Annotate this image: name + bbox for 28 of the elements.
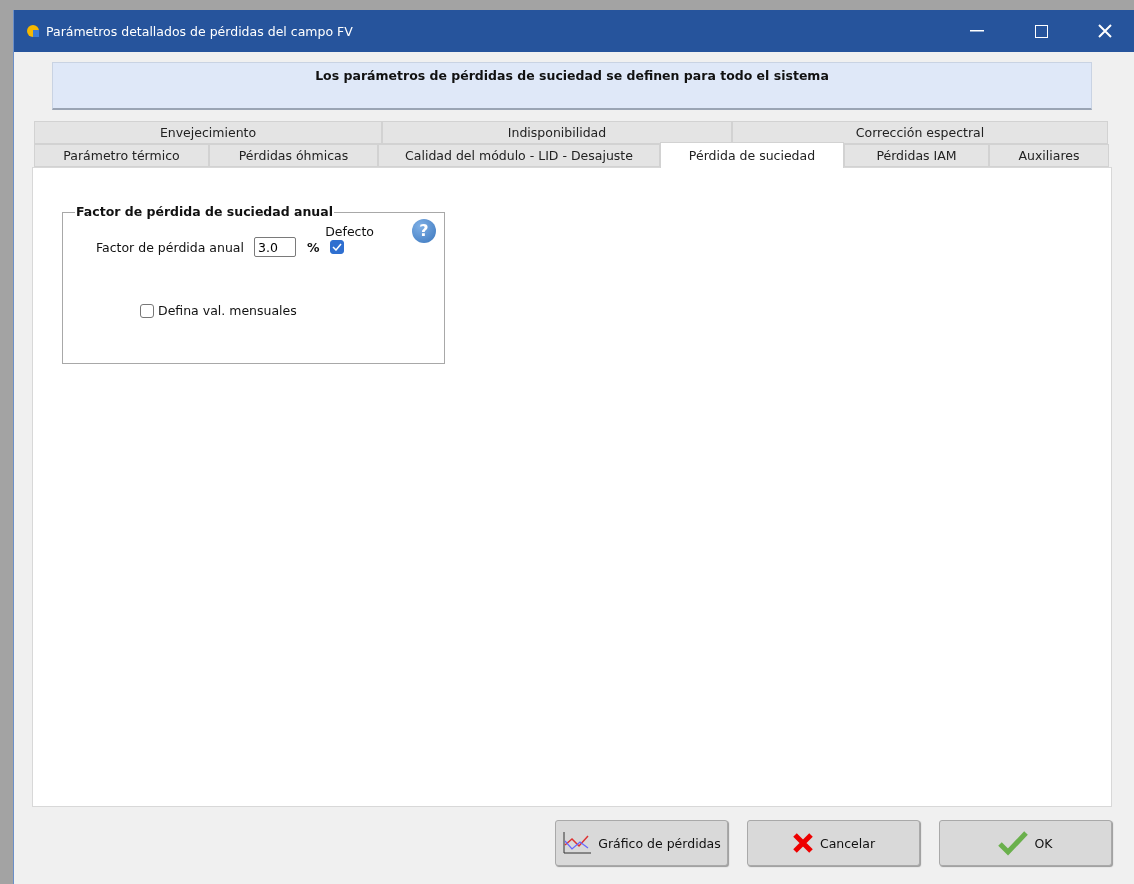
- maximize-icon[interactable]: [1034, 24, 1048, 38]
- tab[interactable]: Indisponibilidad: [382, 121, 732, 144]
- app-logo-icon: [26, 24, 40, 38]
- unit-label: %: [307, 239, 320, 255]
- cross-icon: [791, 832, 814, 854]
- tab[interactable]: Envejecimiento: [34, 121, 382, 144]
- info-banner: Los parámetros de pérdidas de suciedad se definen para todo el sistema: [52, 62, 1092, 110]
- window-title: Parámetros detallados de pérdidas del campo FV: [46, 23, 354, 39]
- tab[interactable]: Pérdidas óhmicas: [209, 144, 378, 167]
- tab[interactable]: Pérdidas IAM: [844, 144, 989, 167]
- tab[interactable]: Auxiliares: [989, 144, 1109, 167]
- monthly-label: Defina val. mensuales: [158, 303, 297, 318]
- monthly-checkbox[interactable]: [140, 303, 154, 318]
- loss-chart-button[interactable]: Gráfico de pérdidas: [555, 820, 728, 866]
- close-icon[interactable]: [1098, 24, 1112, 38]
- default-checkbox[interactable]: [329, 240, 344, 254]
- ok-button[interactable]: OK: [939, 820, 1112, 866]
- default-label: Defecto: [325, 224, 374, 239]
- tab[interactable]: Parámetro térmico: [34, 144, 209, 167]
- group-title: Factor de pérdida de suciedad anual: [75, 204, 334, 219]
- checkmark-icon: [998, 830, 1029, 856]
- line-chart-icon: [562, 831, 593, 855]
- tab[interactable]: Corrección espectral: [732, 121, 1108, 144]
- tab[interactable]: Calidad del módulo - LID - Desajuste: [378, 144, 660, 167]
- field-label: Factor de pérdida anual: [96, 239, 244, 255]
- loss-factor-field[interactable]: 3.0: [254, 237, 296, 257]
- cancel-button[interactable]: Cancelar: [747, 820, 920, 866]
- tab[interactable]: Pérdida de suciedad: [660, 142, 844, 168]
